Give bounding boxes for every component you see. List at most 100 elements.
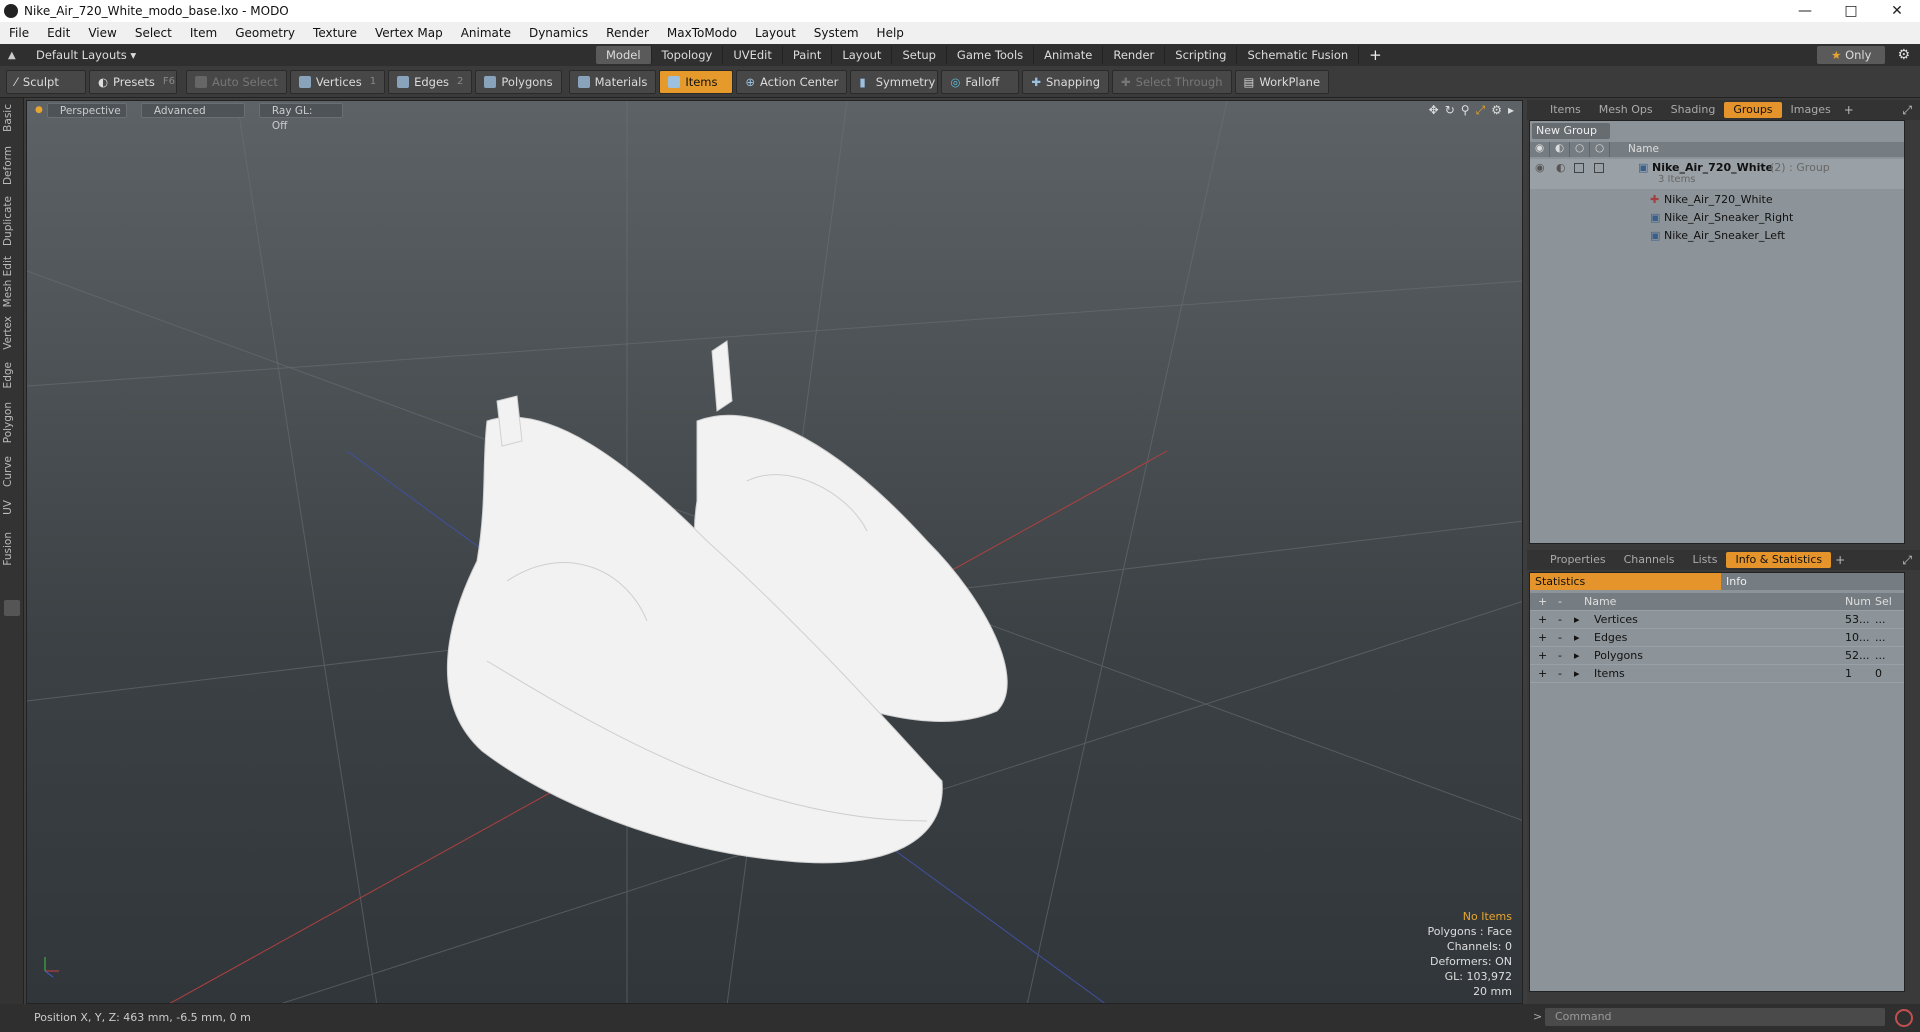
tab-shading[interactable]: Shading (1662, 102, 1725, 118)
tab-animate[interactable]: Animate (1034, 46, 1104, 64)
menu-select[interactable]: Select (126, 26, 181, 40)
row-add-icon[interactable]: + (1538, 647, 1547, 665)
rotate-icon[interactable]: ↻ (1445, 103, 1455, 118)
snapping-button[interactable]: ✚ Snapping (1022, 69, 1110, 94)
tab-images[interactable]: Images (1782, 102, 1840, 118)
items-button[interactable]: Items (659, 69, 734, 94)
subtab-info[interactable]: Info (1720, 573, 1904, 590)
expand-all-icon[interactable]: + (1538, 593, 1547, 611)
visibility-eye-icon[interactable]: ◉ (1535, 159, 1545, 177)
tab-uvedit[interactable]: UVEdit (723, 46, 783, 64)
new-group-button[interactable]: New Group (1532, 123, 1610, 139)
tab-polygon[interactable]: Polygon (2, 402, 22, 443)
workplane-button[interactable]: ▤ WorkPlane (1234, 69, 1330, 94)
viewport-settings-icon[interactable]: ⚙ (1491, 103, 1502, 118)
row-expand-icon[interactable]: ▸ (1574, 647, 1580, 665)
tab-fusion[interactable]: Fusion (2, 532, 22, 566)
tab-basic[interactable]: Basic (2, 104, 22, 132)
symmetry-button[interactable]: ▮ Symmetry (850, 69, 939, 94)
tab-mesh-edit[interactable]: Mesh Edit (2, 256, 22, 307)
row-add-icon[interactable]: + (1538, 665, 1547, 683)
tab-vertex[interactable]: Vertex (2, 316, 22, 350)
menu-vertex-map[interactable]: Vertex Map (366, 26, 452, 40)
minimize-button[interactable]: — (1782, 3, 1828, 19)
stats-row[interactable]: + - ▸ Items 1 0 (1530, 665, 1904, 683)
layout-selector[interactable]: Default Layouts ▾ (36, 48, 596, 62)
vertices-button[interactable]: Vertices 1 (289, 69, 386, 94)
row-remove-icon[interactable]: - (1558, 629, 1562, 647)
command-input[interactable]: Command (1545, 1008, 1885, 1026)
sculpt-button[interactable]: ⁄ Sculpt (6, 69, 86, 94)
tab-items[interactable]: Items (1541, 102, 1590, 118)
tab-info-statistics[interactable]: Info & Statistics (1726, 552, 1832, 568)
materials-button[interactable]: Materials (568, 69, 657, 94)
tab-duplicate[interactable]: Duplicate (2, 196, 22, 246)
menu-render[interactable]: Render (597, 26, 658, 40)
stats-row[interactable]: + - ▸ Polygons 52... ... (1530, 647, 1904, 665)
menu-help[interactable]: Help (868, 26, 913, 40)
menu-edit[interactable]: Edit (38, 26, 79, 40)
tab-uv[interactable]: UV (2, 500, 22, 515)
group-row[interactable]: ◉ ◐ ▣ Nike_Air_720_White (2) : Group 3 I… (1530, 159, 1904, 189)
pan-icon[interactable]: ✥ (1429, 103, 1439, 118)
row-remove-icon[interactable]: - (1558, 611, 1562, 629)
render-toggle-icon[interactable]: ◐ (1556, 159, 1566, 177)
lock-checkbox[interactable] (1574, 163, 1584, 173)
tab-curve[interactable]: Curve (2, 456, 22, 487)
row-remove-icon[interactable]: - (1558, 647, 1562, 665)
select-through-button[interactable]: ✚ Select Through (1112, 69, 1232, 94)
menu-file[interactable]: File (0, 26, 38, 40)
panel-maximize-icon[interactable]: ⤢ (1902, 103, 1912, 118)
polygons-button[interactable]: Polygons (475, 69, 562, 94)
menu-system[interactable]: System (805, 26, 868, 40)
tab-lists[interactable]: Lists (1684, 552, 1727, 568)
add-stats-tab-icon[interactable]: + (1835, 553, 1845, 567)
row-add-icon[interactable]: + (1538, 629, 1547, 647)
menu-geometry[interactable]: Geometry (226, 26, 304, 40)
collapse-all-icon[interactable]: - (1558, 593, 1562, 611)
shading-advanced-button[interactable]: Advanced (140, 102, 245, 118)
tab-groups[interactable]: Groups (1724, 102, 1782, 118)
collapse-icon[interactable]: ▲ (8, 50, 22, 61)
tab-model[interactable]: Model (596, 46, 652, 64)
falloff-button[interactable]: ◎ Falloff (941, 69, 1020, 94)
maximize-button[interactable]: □ (1828, 3, 1874, 19)
row-add-icon[interactable]: + (1538, 611, 1547, 629)
row-remove-icon[interactable]: - (1558, 665, 1562, 683)
raygl-toggle[interactable]: Ray GL: Off (258, 102, 343, 132)
row-expand-icon[interactable]: ▸ (1574, 629, 1580, 647)
tab-topology[interactable]: Topology (652, 46, 724, 64)
tab-render[interactable]: Render (1103, 46, 1166, 64)
add-tab-icon[interactable]: + (1369, 46, 1382, 64)
tab-properties[interactable]: Properties (1541, 552, 1615, 568)
tab-deform[interactable]: Deform (2, 146, 22, 185)
tab-setup[interactable]: Setup (892, 46, 947, 64)
tab-paint[interactable]: Paint (783, 46, 833, 64)
action-center-button[interactable]: ⊕ Action Center (736, 69, 848, 94)
edges-button[interactable]: Edges 2 (388, 69, 473, 94)
menu-view[interactable]: View (79, 26, 125, 40)
menu-maxtomodo[interactable]: MaxToModo (658, 26, 746, 40)
auto-select-button[interactable]: Auto Select (186, 69, 287, 94)
tab-mesh-ops[interactable]: Mesh Ops (1590, 102, 1662, 118)
tab-channels[interactable]: Channels (1615, 552, 1684, 568)
menu-animate[interactable]: Animate (452, 26, 520, 40)
row-expand-icon[interactable]: ▸ (1574, 611, 1580, 629)
record-macro-icon[interactable] (1895, 1009, 1913, 1027)
fit-icon[interactable]: ⤢ (1476, 103, 1486, 118)
close-button[interactable]: ✕ (1874, 3, 1920, 19)
gear-icon[interactable]: ⚙ (1897, 47, 1910, 63)
select-checkbox[interactable] (1594, 163, 1604, 173)
viewport-menu-icon[interactable]: ● (35, 105, 43, 115)
stats-maximize-icon[interactable]: ⤢ (1902, 553, 1912, 568)
tab-layout[interactable]: Layout (832, 46, 893, 64)
tab-scripting[interactable]: Scripting (1165, 46, 1238, 64)
tab-schematic-fusion[interactable]: Schematic Fusion (1237, 46, 1360, 64)
expand-arrow-icon[interactable]: ▸ (1508, 103, 1514, 118)
tab-edge[interactable]: Edge (2, 362, 22, 388)
menu-dynamics[interactable]: Dynamics (520, 26, 597, 40)
stats-row[interactable]: + - ▸ Edges 10... ... (1530, 629, 1904, 647)
presets-button[interactable]: ◐ Presets F6 (89, 69, 177, 94)
group-child-row[interactable]: ▣ Nike_Air_Sneaker_Left (1530, 227, 1904, 245)
add-panel-tab-icon[interactable]: + (1844, 103, 1854, 117)
